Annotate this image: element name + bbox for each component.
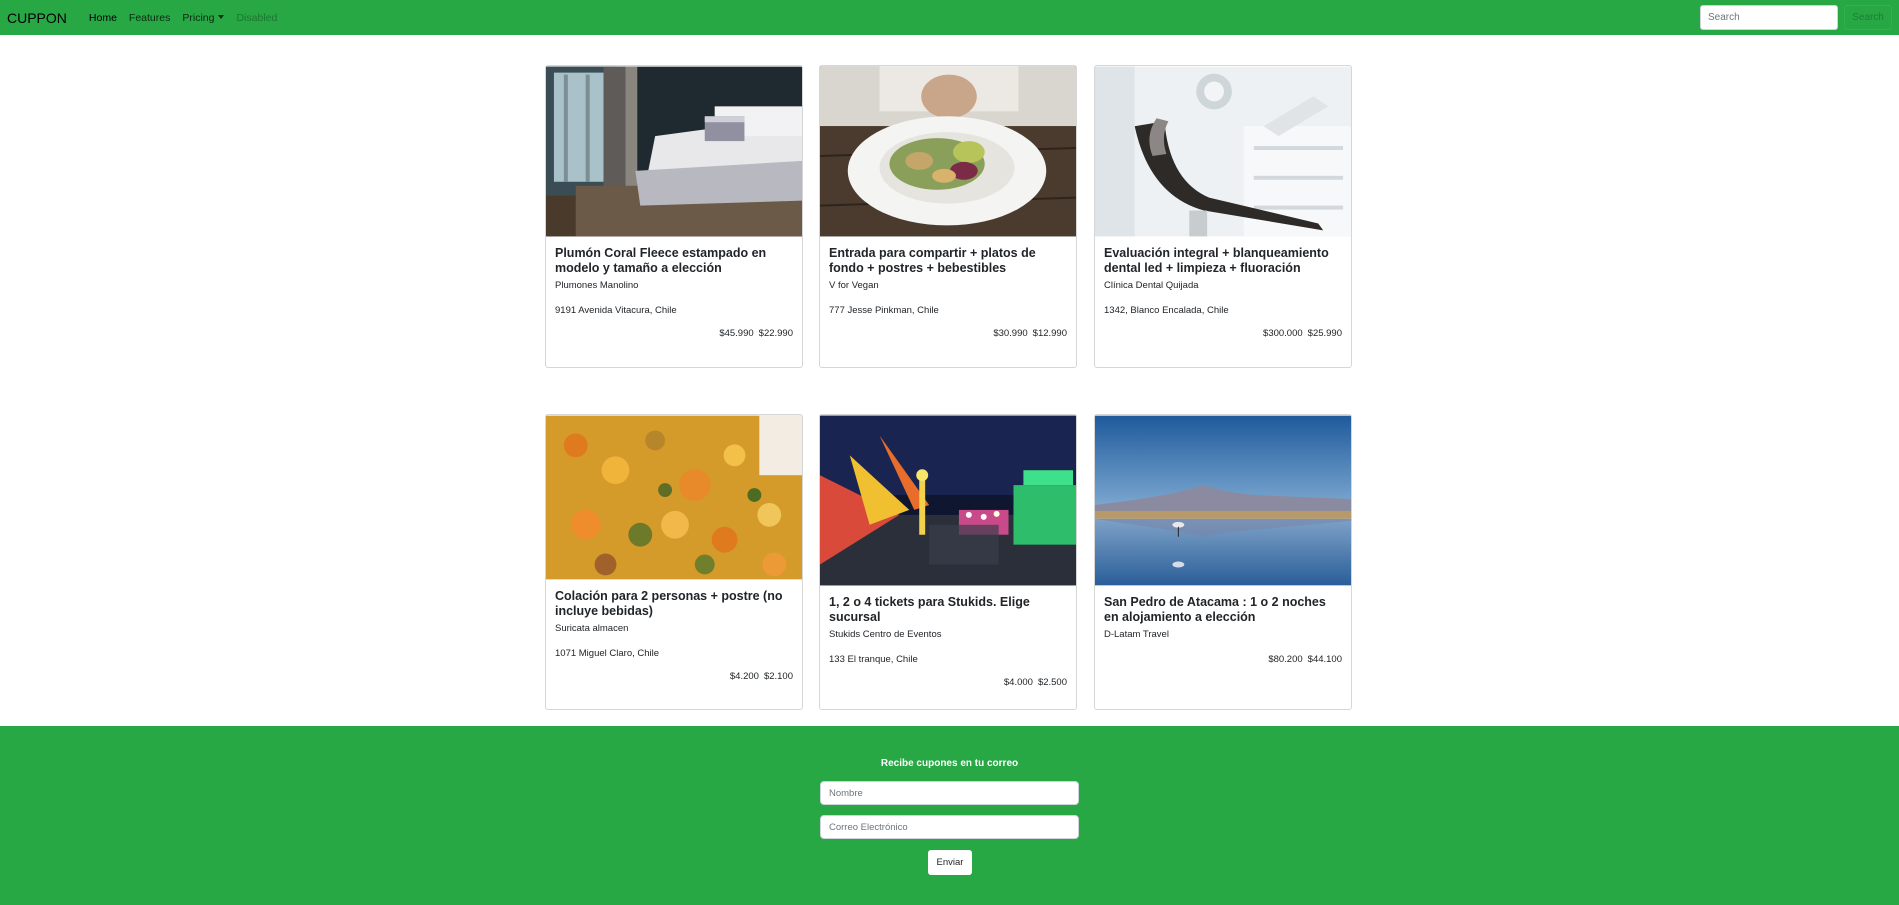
card-title: 1, 2 o 4 tickets para Stukids. Elige suc… [829, 595, 1030, 624]
price-new: $2.100 [763, 671, 793, 682]
card-vendor: Clínica Dental Quijada [1104, 280, 1199, 291]
nav-pricing-label: Pricing [182, 11, 215, 24]
deal-card[interactable]: Entrada para compartir + platos de fondo… [819, 65, 1077, 368]
card-vendor: V for Vegan [829, 280, 879, 291]
card-prices: $80.200 $44.100 [1104, 654, 1342, 665]
brand-logo[interactable]: CUPPON [7, 10, 67, 26]
card-prices: $300.000 $25.990 [1104, 328, 1342, 339]
price-new: $25.990 [1307, 328, 1342, 339]
search-button[interactable]: Search [1844, 5, 1892, 30]
name-field[interactable] [820, 781, 1079, 805]
newsletter-title: Recibe cupones en tu correo [880, 758, 1019, 769]
price-old: $30.990 [993, 328, 1028, 339]
card-title: Entrada para compartir + platos de fondo… [829, 246, 1036, 275]
price-old: $45.990 [719, 328, 754, 339]
submit-button[interactable]: Enviar [928, 850, 972, 875]
salad-plate-photo [820, 66, 1076, 237]
price-old: $80.200 [1268, 654, 1303, 665]
card-vendor: Plumones Manolino [555, 280, 639, 291]
top-navbar: CUPPON Home Features Pricing Disabled Se… [0, 0, 1899, 35]
search-input[interactable] [1700, 5, 1838, 30]
nav-pricing-dropdown[interactable]: Pricing [176, 12, 230, 24]
nav-home-link[interactable]: Home [83, 12, 123, 24]
deal-card[interactable]: San Pedro de Atacama : 1 o 2 noches en a… [1094, 414, 1352, 710]
newsletter-footer: Recibe cupones en tu correo Enviar [0, 726, 1899, 905]
card-prices: $30.990 $12.990 [829, 328, 1067, 339]
price-new: $44.100 [1307, 654, 1342, 665]
card-title: San Pedro de Atacama : 1 o 2 noches en a… [1104, 595, 1326, 624]
price-new: $22.990 [758, 328, 793, 339]
card-prices: $4.000 $2.500 [829, 677, 1067, 688]
deal-card[interactable]: Plumón Coral Fleece estampado en modelo … [545, 65, 803, 368]
card-prices: $4.200 $2.100 [555, 671, 793, 682]
card-title: Colación para 2 personas + postre (no in… [555, 589, 783, 618]
fairground-night-photo [820, 415, 1076, 586]
search-form: Search [1700, 5, 1892, 30]
nav-links: Home Features Pricing Disabled [83, 12, 283, 24]
card-title: Plumón Coral Fleece estampado en modelo … [555, 246, 767, 275]
card-vendor: D-Latam Travel [1104, 629, 1169, 640]
card-address: 9191 Avenida Vitacura, Chile [555, 305, 677, 316]
deal-card[interactable]: Evaluación integral + blanqueamiento den… [1094, 65, 1352, 368]
deal-card[interactable]: 1, 2 o 4 tickets para Stukids. Elige suc… [819, 414, 1077, 710]
price-new: $12.990 [1032, 328, 1067, 339]
deal-card[interactable]: Colación para 2 personas + postre (no in… [545, 414, 803, 710]
chevron-down-icon [218, 14, 225, 19]
card-title: Evaluación integral + blanqueamiento den… [1104, 246, 1329, 275]
nav-features-link[interactable]: Features [123, 12, 176, 24]
price-new: $2.500 [1037, 677, 1067, 688]
card-address: 1071 Miguel Claro, Chile [555, 648, 660, 659]
price-old: $4.200 [729, 671, 759, 682]
card-address: 1342, Blanco Encalada, Chile [1104, 305, 1229, 316]
atacama-lagoon-photo [1095, 415, 1351, 586]
bedroom-photo [546, 66, 802, 237]
price-old: $300.000 [1263, 328, 1303, 339]
card-address: 133 El tranque, Chile [829, 654, 918, 665]
nav-disabled-link: Disabled [236, 11, 278, 24]
card-prices: $45.990 $22.990 [555, 328, 793, 339]
email-field[interactable] [820, 815, 1079, 839]
food-dish-photo [546, 415, 802, 580]
dental-chair-photo [1095, 66, 1351, 237]
card-vendor: Suricata almacen [555, 623, 629, 634]
card-address: 777 Jesse Pinkman, Chile [829, 305, 939, 316]
card-vendor: Stukids Centro de Eventos [829, 629, 942, 640]
price-old: $4.000 [1003, 677, 1033, 688]
